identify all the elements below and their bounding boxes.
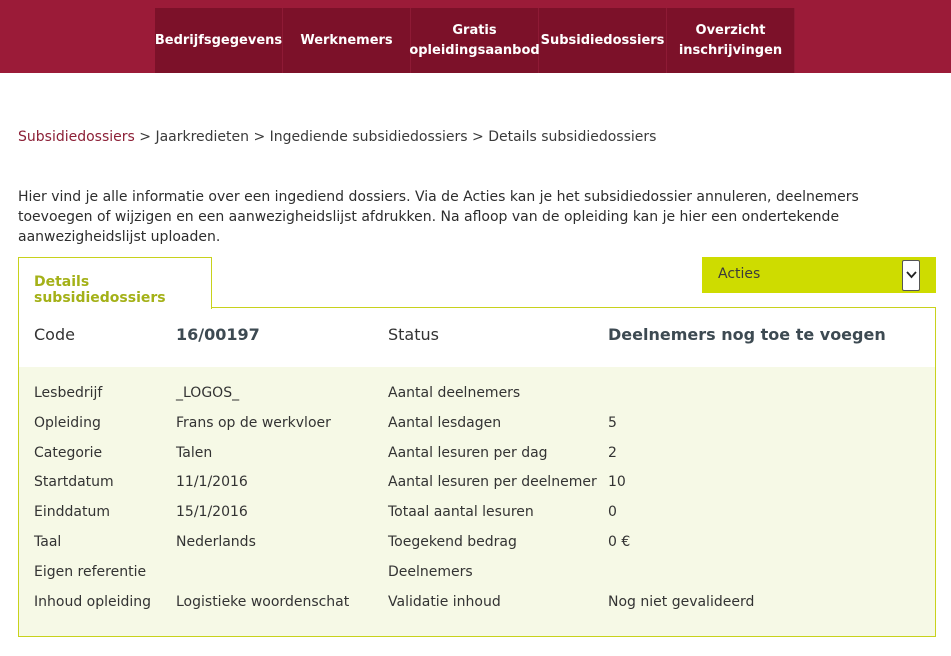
code-label: Code bbox=[34, 325, 75, 344]
nav-item-subsidiedossiers[interactable]: Subsidiedossiers bbox=[539, 8, 667, 73]
status-value: Deelnemers nog toe te voegen bbox=[608, 325, 886, 344]
nav-item-label-line: Gratis bbox=[452, 22, 497, 38]
detail-value: _LOGOS_ bbox=[176, 385, 240, 401]
nav-item-label: Bedrijfsgegevens bbox=[155, 31, 282, 51]
nav-item-label: Subsidiedossiers bbox=[541, 31, 665, 51]
detail-label: Aantal lesdagen bbox=[388, 415, 502, 431]
nav-item-label-line: Subsidiedossiers bbox=[540, 32, 665, 48]
detail-label: Toegekend bedrag bbox=[388, 534, 517, 550]
nav-item-label: Werknemers bbox=[300, 31, 392, 51]
status-label: Status bbox=[388, 325, 439, 344]
detail-value: Nog niet gevalideerd bbox=[608, 594, 755, 610]
details-header: Code 16/00197 Status Deelnemers nog toe … bbox=[19, 308, 935, 367]
nav-item-label-line: Bedrijfsgegevens bbox=[154, 32, 283, 48]
nav-item-overzicht-inschrijvingen[interactable]: Overzicht inschrijvingen bbox=[667, 8, 795, 73]
detail-value: Logistieke woordenschat bbox=[176, 594, 350, 610]
acties-label: Acties bbox=[718, 266, 761, 282]
detail-value: 5 bbox=[608, 415, 617, 431]
nav-item-gratis-opleidingsaanbod[interactable]: Gratis opleidingsaanbod bbox=[409, 8, 540, 73]
detail-label: Validatie inhoud bbox=[388, 594, 501, 610]
nav-item-werknemers[interactable]: Werknemers bbox=[283, 8, 411, 73]
detail-label: Aantal deelnemers bbox=[388, 385, 521, 401]
detail-value: 15/1/2016 bbox=[176, 504, 248, 520]
detail-label: Totaal aantal lesuren bbox=[388, 504, 534, 520]
detail-value: 0 € bbox=[608, 534, 631, 550]
chevron-down-icon bbox=[906, 271, 917, 279]
detail-label: Aantal lesuren per dag bbox=[388, 445, 548, 461]
detail-label: Einddatum bbox=[34, 504, 110, 520]
nav-item-bedrijfsgegevens[interactable]: Bedrijfsgegevens bbox=[155, 8, 283, 73]
detail-value: 10 bbox=[608, 474, 626, 490]
nav-item-label-line: opleidingsaanbod bbox=[409, 42, 540, 58]
breadcrumb: Subsidiedossiers > Jaarkredieten > Inged… bbox=[18, 129, 656, 145]
detail-label: Inhoud opleiding bbox=[34, 594, 152, 610]
detail-label: Deelnemers bbox=[388, 564, 473, 580]
detail-label: Startdatum bbox=[34, 474, 114, 490]
acties-dropdown[interactable]: Acties bbox=[702, 257, 936, 293]
nav-item-label: Gratis opleidingsaanbod bbox=[409, 21, 539, 61]
nav-item-label-line: Werknemers bbox=[300, 32, 393, 48]
nav-item-label-line: Overzicht bbox=[695, 22, 766, 38]
detail-value: Talen bbox=[176, 445, 213, 461]
details-panel: Code 16/00197 Status Deelnemers nog toe … bbox=[18, 307, 936, 637]
nav-item-label-line: inschrijvingen bbox=[678, 42, 783, 58]
dropdown-arrow-button[interactable] bbox=[902, 260, 920, 291]
tab-details-subsidiedossiers[interactable]: Details subsidiedossiers bbox=[18, 257, 212, 309]
detail-label: Eigen referentie bbox=[34, 564, 147, 580]
nav-item-label: Overzicht inschrijvingen bbox=[679, 21, 782, 61]
code-value: 16/00197 bbox=[176, 325, 260, 344]
intro-text: Hier vind je alle informatie over een in… bbox=[18, 189, 859, 245]
detail-value: 2 bbox=[608, 445, 617, 461]
detail-label: Aantal lesuren per deelnemer bbox=[388, 474, 597, 490]
detail-value: 0 bbox=[608, 504, 617, 520]
detail-label: Opleiding bbox=[34, 415, 101, 431]
detail-label: Categorie bbox=[34, 445, 103, 461]
detail-label: Lesbedrijf bbox=[34, 385, 103, 401]
detail-label: Taal bbox=[34, 534, 62, 550]
detail-value: Nederlands bbox=[176, 534, 256, 550]
breadcrumb-trail: > Jaarkredieten > Ingediende subsidiedos… bbox=[134, 129, 657, 145]
detail-value: 11/1/2016 bbox=[176, 474, 248, 490]
breadcrumb-link-subsidiedossiers[interactable]: Subsidiedossiers bbox=[18, 129, 135, 145]
detail-value: Frans op de werkvloer bbox=[176, 415, 331, 431]
main-navigation: Bedrijfsgegevens Werknemers Gratis opleidin… bbox=[155, 8, 795, 73]
top-banner: Bedrijfsgegevens Werknemers Gratis opleidin… bbox=[0, 0, 951, 73]
